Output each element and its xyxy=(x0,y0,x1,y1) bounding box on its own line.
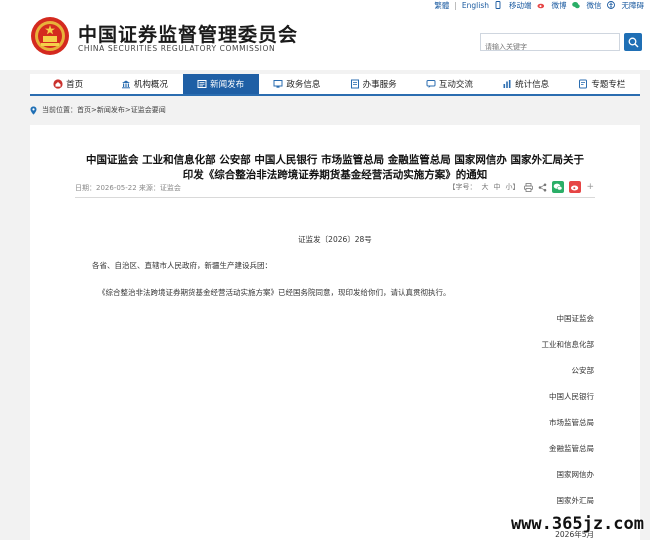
mobile-label: 移动端 xyxy=(509,0,532,10)
breadcrumb-path[interactable]: 首页>新闻发布>证监会要闻 xyxy=(77,105,166,115)
watermark: www.365jz.com xyxy=(510,514,644,534)
article-title: 中国证监会 工业和信息化部 公安部 中国人民银行 市场监管总局 金融监管总局 国… xyxy=(30,153,640,183)
site-header: 中国证券监督管理委员会 CHINA SECURITIES REGULATORY … xyxy=(0,0,650,70)
nav-item-statistics[interactable]: 统计信息 xyxy=(488,74,564,94)
weibo-label: 微博 xyxy=(551,0,567,10)
traditional-link[interactable]: 繁體 xyxy=(434,0,449,11)
font-size-label: 【字号： xyxy=(448,183,477,191)
location-pin-icon xyxy=(30,106,37,115)
nav-label: 机构概况 xyxy=(133,80,168,90)
national-emblem-icon[interactable] xyxy=(30,16,70,56)
signatory: 中国人民银行 xyxy=(549,392,594,401)
signatory: 国家外汇局 xyxy=(556,496,595,505)
search-box xyxy=(480,33,620,55)
nav-label: 新闻发布 xyxy=(210,80,245,90)
font-large-button[interactable]: 大 xyxy=(481,182,488,192)
weibo-share-icon[interactable] xyxy=(569,181,582,193)
article-title-line1: 中国证监会 工业和信息化部 公安部 中国人民银行 市场监管总局 金融监管总局 国… xyxy=(85,154,585,166)
search-input[interactable] xyxy=(481,39,619,55)
top-links: 繁體 | English 移动端 微博 微信 无障碍 xyxy=(429,0,644,10)
monitor-icon xyxy=(273,80,283,88)
mobile-link[interactable]: 移动端 xyxy=(494,0,532,11)
wechat-link[interactable]: 微信 xyxy=(571,0,602,11)
print-icon[interactable] xyxy=(524,182,534,192)
nav-item-services[interactable]: 办事服务 xyxy=(335,74,411,94)
wechat-label: 微信 xyxy=(586,0,602,10)
mobile-icon xyxy=(495,1,501,9)
home-icon xyxy=(53,79,63,89)
nav-item-news[interactable]: 新闻发布 xyxy=(182,74,259,94)
signatory: 金融监管总局 xyxy=(549,444,594,453)
signatory: 工业和信息化部 xyxy=(541,340,595,349)
nav-item-interaction[interactable]: 互动交流 xyxy=(411,74,487,94)
divider: | xyxy=(454,0,457,10)
nav-item-gov-info[interactable]: 政务信息 xyxy=(259,74,335,94)
nav-label: 办事服务 xyxy=(362,80,397,90)
building-icon xyxy=(121,80,130,89)
accessibility-icon xyxy=(606,1,615,9)
font-small-button[interactable]: 小】 xyxy=(505,182,519,192)
accessible-label: 无障碍 xyxy=(621,0,645,10)
chart-icon xyxy=(503,80,511,88)
site-name-cn[interactable]: 中国证券监督管理委员会 xyxy=(78,20,298,47)
article-tools: 【字号： 大 中 小】 + xyxy=(443,181,594,193)
news-icon xyxy=(197,80,207,88)
weibo-link[interactable]: 微博 xyxy=(537,0,567,11)
breadcrumb-label: 当前位置： xyxy=(42,106,77,114)
wechat-share-icon[interactable] xyxy=(552,181,565,193)
nav-label: 专题专栏 xyxy=(591,80,626,90)
signatory: 国家网信办 xyxy=(556,470,595,479)
search-icon xyxy=(628,37,638,47)
nav-label: 统计信息 xyxy=(515,80,550,90)
main-nav: 首页 机构概况 新闻发布 政务信息 办事服务 互动交流 统计信息 专题专栏 xyxy=(30,74,640,96)
accessible-link[interactable]: 无障碍 xyxy=(606,0,645,11)
title-divider xyxy=(75,197,595,198)
font-medium-button[interactable]: 中 xyxy=(493,182,500,192)
topic-icon xyxy=(579,79,588,89)
english-link[interactable]: English xyxy=(462,1,489,10)
article-panel: 中国证监会 工业和信息化部 公安部 中国人民银行 市场监管总局 金融监管总局 国… xyxy=(30,125,640,540)
nav-item-home[interactable]: 首页 xyxy=(30,74,106,94)
chat-icon xyxy=(426,80,436,88)
wechat-icon xyxy=(571,2,580,9)
signatory: 公安部 xyxy=(571,366,595,375)
signatory: 市场监管总局 xyxy=(549,418,594,427)
nav-label: 首页 xyxy=(66,80,84,90)
search-button[interactable] xyxy=(624,33,642,51)
signatory: 中国证监会 xyxy=(556,314,595,323)
body-paragraph: 《综合整治非法跨境证券期货基金经营活动实施方案》已经国务院同意，现印发给你们，请… xyxy=(98,288,451,297)
nav-label: 互动交流 xyxy=(438,80,473,90)
share-icon[interactable] xyxy=(538,183,547,192)
document-number: 证监发〔2026〕28号 xyxy=(298,235,372,244)
nav-item-about[interactable]: 机构概况 xyxy=(106,74,182,94)
service-icon xyxy=(350,79,359,89)
nav-label: 政务信息 xyxy=(286,80,321,90)
site-name-en: CHINA SECURITIES REGULATORY COMMISSION xyxy=(78,44,276,53)
more-share-icon[interactable]: + xyxy=(586,182,594,192)
article-meta: 日期：2026-05-22 来源：证监会 xyxy=(75,184,181,192)
weibo-icon xyxy=(537,3,544,9)
addressee: 各省、自治区、直辖市人民政府，新疆生产建设兵团： xyxy=(92,261,272,270)
breadcrumb: 当前位置： 首页>新闻发布>证监会要闻 xyxy=(30,105,640,115)
nav-item-topics[interactable]: 专题专栏 xyxy=(564,74,640,94)
